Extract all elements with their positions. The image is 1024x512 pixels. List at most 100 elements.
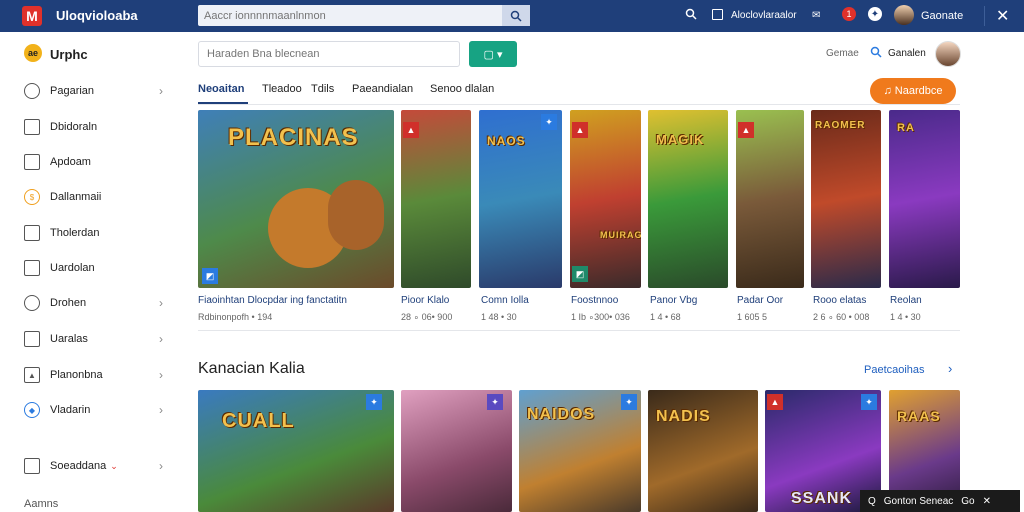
badge-icon: ◩ [572,266,588,282]
game-card[interactable]: PLACINAS ◩ [198,110,394,288]
avatar[interactable] [894,5,914,25]
card-meta: 28 ∘ 06• 900 [401,312,453,322]
tab-4[interactable]: Senoo dlalan [430,83,494,95]
user-label: Gemae [826,48,859,59]
card-meta: Rdbinonpofh • 194 [198,312,273,322]
sidebar-item-1[interactable]: Dbidoraln [24,117,169,137]
search-icon[interactable] [870,46,882,61]
triangle-icon: ▲ [24,367,40,383]
card-art-title: RA [897,122,915,134]
see-all-link[interactable]: Paetcaoihas [864,364,925,376]
divider [198,104,960,105]
badge-icon: ✦ [861,394,877,410]
sidebar-item-9[interactable]: ◆ Vladarin › [24,400,169,420]
chevron-down-icon: ⌄ [110,460,118,471]
card-art-title: NAOS [487,134,526,148]
news-icon[interactable] [712,9,723,20]
game-card[interactable]: RAOMER [811,110,881,288]
game-card[interactable]: NAIDOS ✦ [519,390,641,512]
circle-icon [24,83,40,99]
card-title[interactable]: Foostnnoo [571,295,618,306]
game-card[interactable]: RA [889,110,960,288]
app-logo[interactable]: M [22,6,42,26]
sidebar-item-7[interactable]: Uaralas › [24,329,169,349]
chevron-right-icon[interactable]: › [948,361,952,376]
game-card[interactable]: MUIRAGO ▲ ◩ [570,110,641,288]
help-icon[interactable]: ✦ [868,7,882,21]
filter-dropdown-button[interactable]: ▢ ▾ [469,41,517,67]
sidebar-logo-icon[interactable]: ae [24,44,42,62]
sidebar-item-label: Uaralas [50,333,88,345]
chevron-right-icon: › [159,368,163,382]
top-search-box[interactable] [198,5,530,26]
badge-icon: ▲ [403,122,419,138]
sidebar-item-label: Soeaddana [50,460,107,472]
chevron-right-icon: › [159,403,163,417]
chat-icon[interactable]: ✉ [812,10,820,21]
filter-box[interactable] [198,41,460,67]
game-card[interactable]: ✦ [401,390,512,512]
doc-icon [24,225,40,241]
filter-input[interactable] [199,42,449,66]
close-icon[interactable]: ✕ [996,6,1009,26]
sidebar-item-0[interactable]: Pagarian › [24,81,169,101]
tab-2[interactable]: Tdils [311,83,334,95]
top-search-button[interactable] [502,5,530,26]
sidebar-item-3[interactable]: $ Dallanmaii [24,187,169,207]
action-button[interactable]: ♫ Naardbce [870,78,956,104]
game-card[interactable]: ▲ [401,110,471,288]
search-icon[interactable] [685,8,697,23]
badge-icon: ✦ [487,394,503,410]
card-title[interactable]: Padar Oor [737,295,783,306]
toast[interactable]: Q Gonton Seneac Go ✕ [860,490,1020,512]
sidebar-item-10[interactable]: Soeaddana ⌄ › [24,456,169,476]
news-label[interactable]: Aloclovlaraalor [731,10,797,21]
card-title[interactable]: Rooo elatas [813,295,866,306]
sidebar-footer[interactable]: Aamns [24,498,58,510]
tab-1[interactable]: Tleadoo [262,83,302,95]
box-icon [24,119,40,135]
card-meta: 1 4 • 68 [650,312,681,322]
game-card[interactable]: NAOS ✦ [479,110,562,288]
sidebar-item-label: Planonbna [50,369,103,381]
sidebar-item-label: Vladarin [50,404,91,416]
card-title[interactable]: Pioor Klalo [401,295,449,306]
game-card[interactable]: MAGIK [648,110,728,288]
game-card[interactable]: ▲ [736,110,804,288]
sidebar-item-2[interactable]: Apdoam [24,152,169,172]
card-title[interactable]: Fiaoinhtan Dlocpdar ing fanctatitn [198,295,347,306]
sidebar-item-label: Uardolan [50,262,95,274]
toast-action[interactable]: Go [961,496,974,507]
avatar[interactable] [935,41,961,67]
tab-3[interactable]: Paeandialan [352,83,413,95]
game-card[interactable]: NADIS [648,390,758,512]
notification-badge[interactable]: 1 [842,7,856,21]
badge-icon: ▲ [572,122,588,138]
folder-icon [24,154,40,170]
username[interactable]: Gaonate [921,10,963,22]
top-search-input[interactable] [198,5,498,26]
search-icon [510,10,522,22]
card-title[interactable]: Reolan [890,295,922,306]
tab-0[interactable]: Neoaitan [198,83,244,95]
sidebar-item-5[interactable]: Uardolan [24,258,169,278]
card-meta: 2 6 ∘ 60 • 008 [813,312,870,322]
card-art-title: MUIRAGO [600,230,641,240]
list-icon [24,260,40,276]
chevron-right-icon: › [159,296,163,310]
card-title[interactable]: Comn Iolla [481,295,529,306]
close-icon[interactable]: ✕ [983,496,991,507]
card-title[interactable]: Panor Vbg [650,295,697,306]
grid-icon [24,458,40,474]
sidebar-item-8[interactable]: ▲ Planonbna › [24,365,169,385]
user-name[interactable]: Ganalen [888,48,926,59]
chevron-right-icon: › [159,84,163,98]
globe-icon [24,295,40,311]
game-card[interactable]: CUALL ✦ [198,390,394,512]
card-art-title: PLACINAS [228,124,359,151]
sidebar-item-label: Dallanmaii [50,191,102,203]
sidebar-item-6[interactable]: Drohen › [24,293,169,313]
section-title: Kanacian Kalia [198,360,305,377]
shield-icon: ◆ [24,402,40,418]
sidebar-item-4[interactable]: Tholerdan [24,223,169,243]
